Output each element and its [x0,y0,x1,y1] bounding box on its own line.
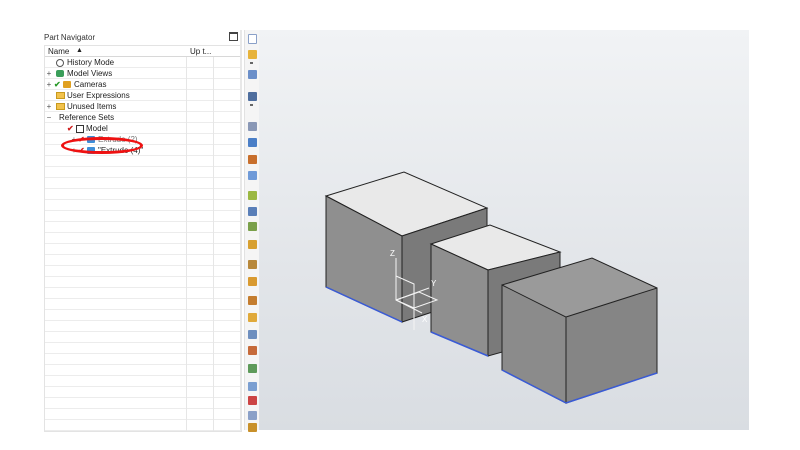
zoom-icon[interactable] [248,70,257,79]
expand-plus-icon[interactable]: + [45,101,53,112]
checkmark-icon[interactable]: ✔ [67,123,74,134]
triad-x-label: X [422,315,428,324]
sort-ascending-icon[interactable]: ▲ [76,47,83,54]
tree-item-label: History Mode [67,58,115,67]
tree-item-reference-sets[interactable]: − Reference Sets [45,112,241,123]
show-hide-icon[interactable] [248,138,257,147]
panel-splitter[interactable] [240,30,242,430]
tree-item-history-mode[interactable]: History Mode [45,57,241,68]
folder-icon [56,92,65,99]
toolbar-overflow-icon[interactable] [250,104,253,106]
triad-z-label: Z [390,249,395,258]
part-navigator-title: Part Navigator [44,33,96,42]
feature-2-icon[interactable] [248,207,257,216]
navigator-tree: Name ▲ Up t... History Mode + Model View… [44,45,242,432]
assembly-2-icon[interactable] [248,396,257,405]
open-icon[interactable] [248,50,257,59]
triad-y-label: Y [431,279,437,288]
body-2-icon[interactable] [248,313,257,322]
collapse-minus-icon[interactable]: − [45,112,53,123]
curve-2-icon[interactable] [248,346,257,355]
tree-item-unused-items[interactable]: + Unused Items [45,101,241,112]
graphics-viewport[interactable]: Z Y X [259,30,749,430]
model-views-icon [56,70,64,77]
expand-plus-icon[interactable]: + [45,79,53,90]
sketch-icon[interactable] [248,240,257,249]
reference-set-icon [76,125,84,133]
tree-item-label: User Expressions [67,91,130,100]
tree-item-label: Model [86,124,108,133]
feature-3-icon[interactable] [248,222,257,231]
column-header-up-to-date[interactable]: Up t... [190,47,211,56]
clock-icon [56,59,64,67]
datum-icon[interactable] [248,260,257,269]
tree-item-model[interactable]: ✔ Model [45,123,241,134]
highlight-ellipse [61,137,143,154]
model-scene: Z Y X [324,171,658,404]
checkmark-icon[interactable]: ✔ [54,79,61,90]
snap-view-icon[interactable] [248,155,257,164]
new-icon[interactable] [248,34,257,44]
measure-icon[interactable] [248,122,257,131]
save-icon[interactable] [248,92,257,101]
datum-2-icon[interactable] [248,277,257,286]
folder-icon [56,103,65,110]
dimension-icon[interactable] [248,411,257,420]
assembly-icon[interactable] [248,382,257,391]
tree-item-model-views[interactable]: + Model Views [45,68,241,79]
analysis-icon[interactable] [248,423,257,432]
feature-icon[interactable] [248,191,257,200]
tree-item-label: Reference Sets [59,113,115,122]
tree-item-label: Cameras [74,80,107,89]
tree-header: Name ▲ Up t... [45,46,241,57]
column-header-name[interactable]: Name [48,47,69,56]
expand-plus-icon[interactable]: + [45,68,53,79]
solid-body-3[interactable] [501,257,658,404]
tree-item-user-expressions[interactable]: User Expressions [45,90,241,101]
vertical-toolbar [244,30,260,432]
part-navigator-panel: Part Navigator Name ▲ Up t... History Mo… [44,30,242,432]
tree-item-label: Model Views [67,69,113,78]
edit-icon[interactable] [248,364,257,373]
maximize-icon[interactable] [229,32,238,41]
orient-view-icon[interactable] [248,171,257,180]
body-icon[interactable] [248,296,257,305]
tree-item-label: Unused Items [67,102,117,111]
toolbar-overflow-icon[interactable] [250,62,253,64]
camera-icon [63,81,71,88]
curve-icon[interactable] [248,330,257,339]
tree-item-cameras[interactable]: + ✔ Cameras [45,79,241,90]
